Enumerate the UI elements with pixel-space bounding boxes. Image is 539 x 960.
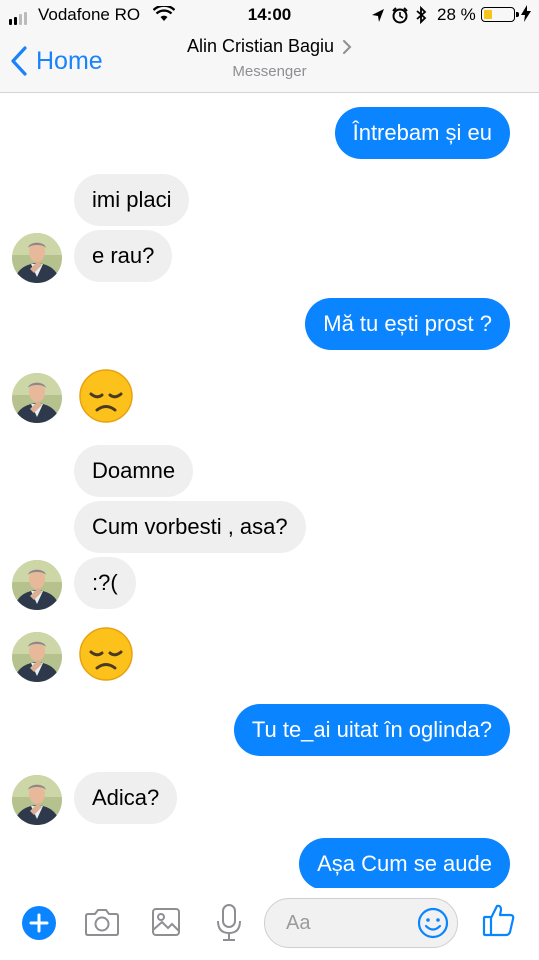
disappointed-face-emoji-icon[interactable] (78, 626, 134, 682)
incoming-message[interactable]: Cum vorbesti , asa? (74, 501, 306, 553)
location-arrow-icon (372, 9, 384, 22)
avatar[interactable] (12, 775, 62, 825)
avatar[interactable] (12, 560, 62, 610)
camera-icon[interactable] (84, 906, 120, 938)
message-composer: Aa (0, 888, 539, 960)
like-icon[interactable] (482, 902, 516, 938)
avatar[interactable] (12, 233, 62, 283)
outgoing-message[interactable]: Mă tu ești prost ? (305, 298, 510, 350)
outgoing-message[interactable]: Tu te_ai uitat în oglinda? (233, 704, 510, 756)
conversation-header[interactable]: Alin Cristian Bagiu Messenger (0, 36, 539, 80)
bluetooth-icon (416, 6, 427, 24)
avatar[interactable] (12, 373, 62, 423)
contact-name: Alin Cristian Bagiu (186, 36, 335, 56)
gallery-icon[interactable] (150, 906, 182, 938)
alarm-icon (392, 7, 408, 24)
incoming-message[interactable]: :?( (74, 557, 136, 609)
incoming-message[interactable]: Doamne (74, 445, 194, 497)
avatar[interactable] (12, 632, 62, 682)
navigation-bar: Home Alin Cristian Bagiu Messenger (0, 30, 539, 93)
message-input[interactable]: Aa (264, 898, 458, 948)
outgoing-message[interactable]: Așa Cum se aude (299, 838, 510, 890)
battery-icon (481, 7, 519, 22)
conversation-subtitle: Messenger (232, 63, 307, 80)
emoji-icon[interactable] (417, 907, 449, 939)
disappointed-face-emoji-icon[interactable] (78, 368, 134, 424)
plus-icon[interactable] (21, 905, 57, 941)
battery-percentage: 28 % (437, 5, 476, 24)
microphone-icon[interactable] (215, 903, 243, 943)
incoming-message[interactable]: imi placi (74, 174, 190, 226)
battery-level-fill (484, 10, 492, 19)
outgoing-message[interactable]: Întrebam și eu (334, 107, 510, 159)
incoming-message[interactable]: Adica? (74, 772, 178, 824)
charging-bolt-icon (521, 5, 531, 22)
incoming-message[interactable]: e rau? (74, 230, 173, 282)
status-bar: Vodafone RO 14:00 28 % (0, 0, 539, 30)
status-icons (372, 6, 427, 24)
message-input-placeholder: Aa (286, 912, 311, 934)
chevron-right-icon (343, 39, 352, 54)
